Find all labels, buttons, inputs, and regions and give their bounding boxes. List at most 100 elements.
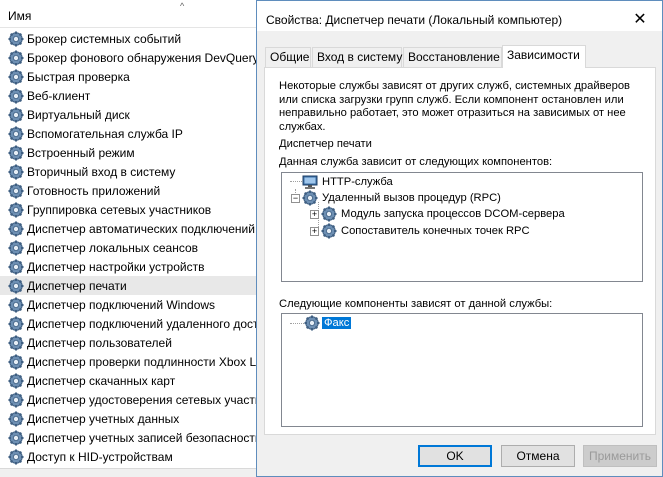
gear-icon (8, 183, 24, 199)
service-name: Готовность приложений (27, 183, 161, 198)
description-line: или списка загрузки групп служб. Если ко… (279, 93, 624, 106)
gear-icon (321, 223, 337, 239)
service-row[interactable]: Готовность приложений (0, 181, 256, 200)
monitor-icon (302, 174, 318, 190)
sort-ascending-icon: ^ (180, 1, 185, 11)
description-line: Некоторые службы зависят от других служб… (279, 80, 630, 92)
service-row[interactable]: Вспомогательная служба IP (0, 124, 256, 143)
service-row[interactable]: Диспетчер удостоверения сетевых участник… (0, 390, 256, 409)
service-name: Брокер фонового обнаружения DevQuery (27, 50, 256, 65)
service-name: Виртуальный диск (27, 107, 130, 122)
tab-dependencies[interactable]: Зависимости (502, 45, 586, 68)
gear-icon (8, 354, 24, 370)
service-row[interactable]: Диспетчер печати (0, 276, 256, 295)
tree-node-label: HTTP-служба (322, 176, 393, 188)
service-row[interactable]: Веб-клиент (0, 86, 256, 105)
ok-button[interactable]: OK (418, 445, 492, 467)
service-row[interactable]: Диспетчер подключений Windows (0, 295, 256, 314)
services-list: Брокер системных событий Брокер фонового … (0, 29, 256, 466)
gear-icon (8, 50, 24, 66)
depends-on-tree[interactable]: HTTP-служба − Удаленный вызов процедур (… (281, 172, 643, 282)
gear-icon (8, 430, 24, 446)
gear-icon (8, 202, 24, 218)
service-row[interactable]: Группировка сетевых участников (0, 200, 256, 219)
service-row[interactable]: Диспетчер учетных данных (0, 409, 256, 428)
description-line: неправильно работает, это может отразить… (279, 107, 626, 119)
collapse-icon[interactable]: − (291, 193, 300, 203)
tree-node-rpc[interactable]: − Удаленный вызов процедур (RPC) (291, 190, 503, 206)
dependents-tree[interactable]: Факс (281, 313, 643, 427)
gear-icon (8, 259, 24, 275)
column-header-label: Имя (8, 9, 32, 23)
service-name: Быстрая проверка (27, 69, 130, 84)
gear-icon (8, 449, 24, 465)
gear-icon (8, 107, 24, 123)
tree-node-fax[interactable]: Факс (304, 315, 352, 331)
tree-node-label: Модуль запуска процессов DCOM-сервера (341, 208, 565, 220)
service-row[interactable]: Диспетчер скачанных карт (0, 371, 256, 390)
tree-node-dcom-launcher[interactable]: + Модуль запуска процессов DCOM-сервера (310, 206, 567, 222)
service-name: Встроенный режим (27, 145, 135, 160)
service-row[interactable]: Виртуальный диск (0, 105, 256, 124)
column-header-name[interactable]: Имя ^ (0, 0, 256, 28)
gear-icon (8, 297, 24, 313)
gear-icon (8, 126, 24, 142)
cancel-button[interactable]: Отмена (501, 445, 575, 467)
expand-icon[interactable]: + (310, 226, 319, 236)
service-name: Брокер системных событий (27, 31, 182, 46)
tab-recovery[interactable]: Восстановление (403, 47, 502, 67)
service-row[interactable]: Диспетчер автоматических подключений (0, 219, 256, 238)
gear-icon (8, 373, 24, 389)
gear-icon (321, 206, 337, 222)
service-row[interactable]: Быстрая проверка (0, 67, 256, 86)
gear-icon (8, 31, 24, 47)
service-name: Диспетчер скачанных карт (27, 373, 176, 388)
service-name: Диспетчер подключений удаленного доступа (27, 316, 256, 331)
tree-node-label: Сопоставитель конечных точек RPC (341, 225, 530, 237)
service-name: Диспетчер учетных данных (27, 411, 180, 426)
tree-node-http[interactable]: HTTP-служба (302, 174, 395, 190)
service-row[interactable]: Встроенный режим (0, 143, 256, 162)
services-list-panel: Имя ^ Брокер системных событий Брокер фон… (0, 0, 256, 477)
gear-icon (8, 88, 24, 104)
service-name: Диспетчер проверки подлинности Xbox Live (27, 354, 256, 369)
service-row[interactable]: Диспетчер подключений удаленного доступа (0, 314, 256, 333)
service-name: Диспетчер пользователей (27, 335, 172, 350)
close-button[interactable]: ✕ (627, 10, 653, 30)
service-name: Диспетчер учетных записей безопасности (27, 430, 256, 445)
gear-icon (8, 240, 24, 256)
service-name: Вторичный вход в систему (27, 164, 176, 179)
gear-icon (8, 392, 24, 408)
gear-icon (8, 69, 24, 85)
service-row[interactable]: Диспетчер настройки устройств (0, 257, 256, 276)
gear-icon (8, 278, 24, 294)
horizontal-scrollbar[interactable] (0, 468, 256, 477)
service-row[interactable]: Вторичный вход в систему (0, 162, 256, 181)
service-row[interactable]: Диспетчер проверки подлинности Xbox Live (0, 352, 256, 371)
dialog-titlebar[interactable]: Свойства: Диспетчер печати (Локальный ко… (257, 1, 662, 31)
service-name: Диспетчер печати (27, 278, 127, 293)
tab-general[interactable]: Общие (265, 47, 311, 67)
close-icon: ✕ (633, 11, 647, 28)
gear-icon (8, 164, 24, 180)
service-row[interactable]: Диспетчер учетных записей безопасности (0, 428, 256, 447)
service-row[interactable]: Доступ к HID-устройствам (0, 447, 256, 466)
apply-button[interactable]: Применить (583, 445, 657, 467)
tree-node-label: Удаленный вызов процедур (RPC) (322, 192, 501, 204)
service-name: Вспомогательная служба IP (27, 126, 183, 141)
service-name: Диспетчер подключений Windows (27, 297, 216, 312)
gear-icon (304, 315, 320, 331)
service-row[interactable]: Брокер фонового обнаружения DevQuery (0, 48, 256, 67)
dependents-label: Следующие компоненты зависят от данной с… (279, 298, 553, 310)
gear-icon (8, 335, 24, 351)
service-name: Группировка сетевых участников (27, 202, 212, 217)
service-row[interactable]: Диспетчер локальных сеансов (0, 238, 256, 257)
gear-icon (8, 411, 24, 427)
gear-icon (302, 190, 318, 206)
service-row[interactable]: Диспетчер пользователей (0, 333, 256, 352)
service-row[interactable]: Брокер системных событий (0, 29, 256, 48)
service-name: Веб-клиент (27, 88, 91, 103)
expand-icon[interactable]: + (310, 209, 319, 219)
tab-logon[interactable]: Вход в систему (312, 47, 402, 67)
tree-node-rpc-endpoint-mapper[interactable]: + Сопоставитель конечных точек RPC (310, 223, 532, 239)
